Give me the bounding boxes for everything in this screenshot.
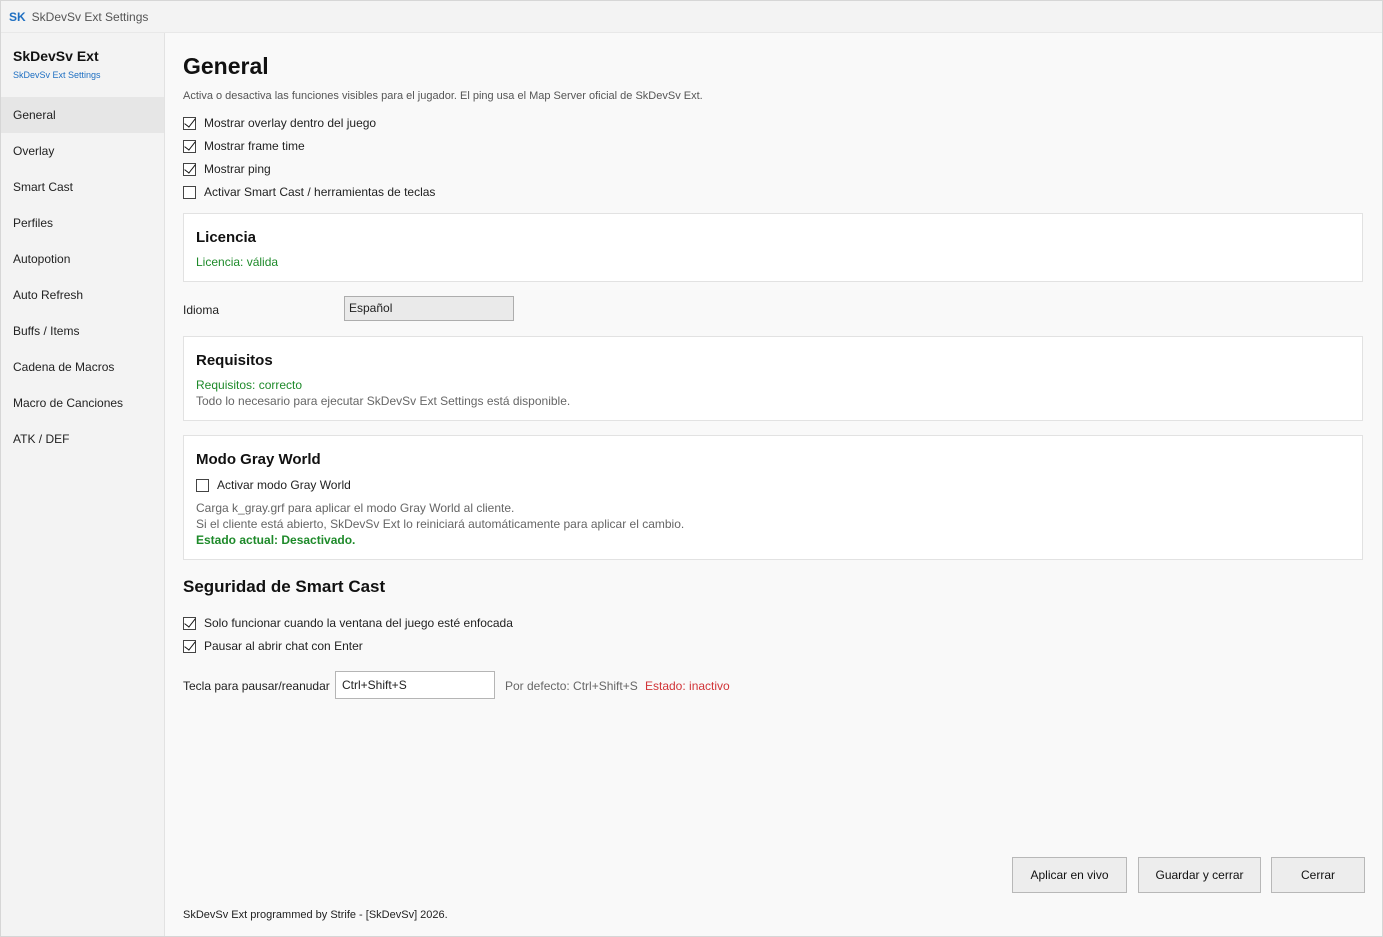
option-pause-chat[interactable]: Pausar al abrir chat con Enter [183,638,363,654]
smart-cast-security-title: Seguridad de Smart Cast [183,577,386,596]
footer-credit: SkDevSv Ext programmed by Strife - [SkDe… [183,909,448,921]
option-smart-cast[interactable]: Activar Smart Cast / herramientas de tec… [183,184,435,200]
sidebar: SkDevSv Ext SkDevSv Ext Settings General… [1,33,165,936]
sidebar-item-smart-cast[interactable]: Smart Cast [1,169,164,205]
gray-world-line1: Carga k_gray.grf para aplicar el modo Gr… [196,501,515,515]
gray-world-title: Modo Gray World [196,451,321,468]
gray-world-card: Modo Gray World Activar modo Gray World … [183,435,1363,560]
app-logo-icon: SK [9,9,26,24]
option-label: Solo funcionar cuando la ventana del jue… [204,616,513,630]
hotkey-state: Estado: inactivo [645,679,730,693]
sidebar-item-autopotion[interactable]: Autopotion [1,241,164,277]
checkbox-show-frame-time[interactable] [183,139,196,153]
main-panel: General Activa o desactiva las funciones… [183,33,1363,936]
option-label: Mostrar overlay dentro del juego [204,116,377,130]
option-show-overlay[interactable]: Mostrar overlay dentro del juego [183,115,376,131]
sidebar-item-auto-refresh[interactable]: Auto Refresh [1,277,164,313]
sidebar-item-macro-canciones[interactable]: Macro de Canciones [1,385,164,421]
option-label: Pausar al abrir chat con Enter [204,639,363,653]
brand-subtitle: SkDevSv Ext Settings [13,70,101,80]
option-label: Mostrar frame time [204,139,305,153]
sidebar-item-general[interactable]: General [1,97,164,133]
save-close-button[interactable]: Guardar y cerrar [1138,857,1261,893]
page-title: General [183,53,269,79]
license-status: Licencia: válida [196,255,279,269]
option-label: Activar modo Gray World [217,478,351,492]
brand-name: SkDevSv Ext [13,48,99,64]
option-show-ping[interactable]: Mostrar ping [183,161,271,177]
checkbox-gray-world[interactable] [196,478,209,492]
language-label: Idioma [183,303,220,317]
requirements-detail: Todo lo necesario para ejecutar SkDevSv … [196,394,571,408]
hotkey-input[interactable]: Ctrl+Shift+S [335,671,495,699]
license-card: Licencia Licencia: válida [183,213,1363,282]
page-description: Activa o desactiva las funciones visible… [183,90,703,102]
sidebar-item-overlay[interactable]: Overlay [1,133,164,169]
title-bar: SK SkDevSv Ext Settings [1,1,1382,33]
hotkey-label: Tecla para pausar/reanudar [183,679,330,693]
requirements-status: Requisitos: correcto [196,378,303,392]
checkbox-pause-chat[interactable] [183,639,196,653]
sidebar-brand: SkDevSv Ext SkDevSv Ext Settings [1,33,164,97]
option-label: Mostrar ping [204,162,271,176]
apply-live-button[interactable]: Aplicar en vivo [1012,857,1127,893]
language-select[interactable]: Español [344,296,514,321]
close-button[interactable]: Cerrar [1271,857,1365,893]
gray-world-state: Estado actual: Desactivado. [196,533,356,547]
checkbox-show-overlay[interactable] [183,116,196,130]
window-title: SkDevSv Ext Settings [31,9,149,24]
option-show-frame-time[interactable]: Mostrar frame time [183,138,305,154]
option-focus-only[interactable]: Solo funcionar cuando la ventana del jue… [183,615,513,631]
option-label: Activar Smart Cast / herramientas de tec… [204,185,436,199]
requirements-title: Requisitos [196,352,273,369]
sidebar-item-cadena-macros[interactable]: Cadena de Macros [1,349,164,385]
app-window: SK SkDevSv Ext Settings SkDevSv Ext SkDe… [0,0,1383,937]
option-gray-world[interactable]: Activar modo Gray World [196,477,351,493]
sidebar-item-perfiles[interactable]: Perfiles [1,205,164,241]
checkbox-focus-only[interactable] [183,616,196,630]
checkbox-smart-cast[interactable] [183,185,196,199]
sidebar-item-atk-def[interactable]: ATK / DEF [1,421,164,457]
license-title: Licencia [196,229,257,246]
gray-world-line2: Si el cliente está abierto, SkDevSv Ext … [196,517,685,531]
checkbox-show-ping[interactable] [183,162,196,176]
hotkey-default-hint: Por defecto: Ctrl+Shift+S [505,679,638,693]
requirements-card: Requisitos Requisitos: correcto Todo lo … [183,336,1363,421]
sidebar-item-buffs-items[interactable]: Buffs / Items [1,313,164,349]
